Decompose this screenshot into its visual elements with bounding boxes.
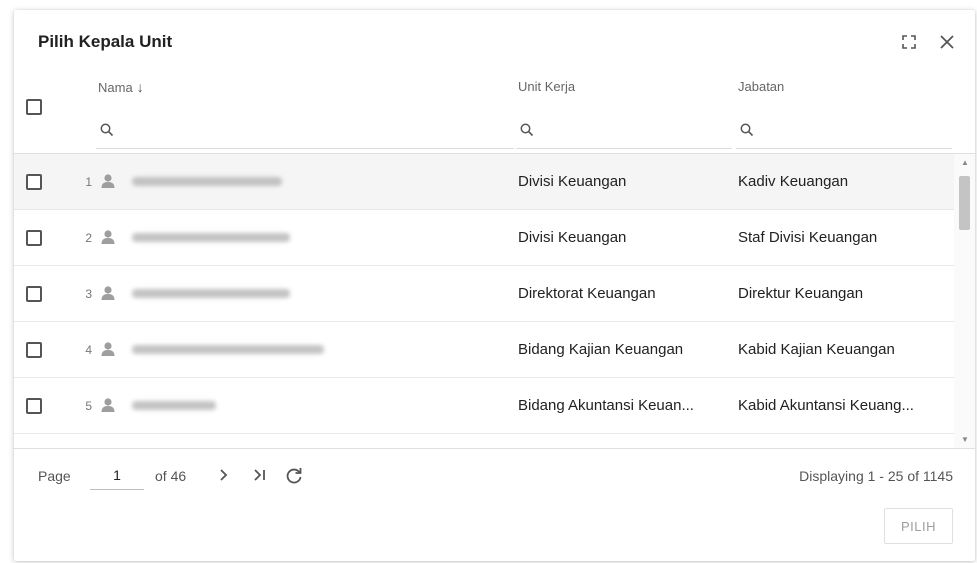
row-number: 3 (85, 287, 92, 301)
row-number: 1 (85, 175, 92, 189)
jabatan-cell: Staf Divisi Keuangan (738, 229, 878, 246)
unit-kerja-cell: Divisi Keuangan (518, 173, 627, 190)
jabatan-cell: Kabid Akuntansi Keuang... (738, 397, 914, 414)
user-avatar-icon (100, 341, 116, 362)
search-icon (100, 123, 114, 137)
scroll-up-icon[interactable]: ▲ (961, 158, 969, 167)
unit-kerja-cell: Bidang Akuntansi Keuan... (518, 397, 694, 414)
maximize-icon[interactable] (897, 30, 921, 54)
user-avatar-icon (100, 173, 116, 194)
row-number: 5 (85, 399, 92, 413)
page-label: Page (38, 468, 71, 484)
row-number: 2 (85, 231, 92, 245)
redacted-name (132, 401, 216, 410)
row-checkbox[interactable] (26, 286, 42, 302)
last-page-icon[interactable] (247, 463, 271, 487)
row-checkbox[interactable] (26, 342, 42, 358)
user-avatar-icon (100, 229, 116, 250)
row-number: 4 (85, 343, 92, 357)
jabatan-filter-input[interactable] (736, 113, 952, 149)
pilih-kepala-unit-dialog: Pilih Kepala Unit Nama ↓ Unit Kerja Jabat… (14, 10, 975, 561)
user-avatar-icon (100, 397, 116, 418)
arrow-down-icon: ↓ (136, 79, 144, 95)
search-icon (740, 123, 754, 137)
column-label-nama: Nama (98, 80, 133, 95)
total-pages-label: of 46 (155, 468, 187, 484)
redacted-name (132, 177, 282, 186)
jabatan-cell: Direktur Keuangan (738, 285, 864, 302)
close-icon[interactable] (935, 30, 959, 54)
redacted-name (132, 345, 324, 354)
select-all-checkbox[interactable] (26, 99, 42, 115)
pilih-button[interactable]: PILIH (884, 508, 953, 544)
unit-kerja-cell: Bidang Kajian Keuangan (518, 341, 684, 358)
row-checkbox[interactable] (26, 398, 42, 414)
user-avatar-icon (100, 285, 116, 306)
page-number-input[interactable] (90, 460, 144, 490)
unit-kerja-cell: Divisi Keuangan (518, 229, 627, 246)
displaying-count: Displaying 1 - 25 of 1145 (799, 468, 953, 484)
paging-divider (14, 448, 975, 449)
scroll-down-icon[interactable]: ▼ (961, 435, 969, 444)
search-icon (520, 123, 534, 137)
redacted-name (132, 233, 290, 242)
unit-kerja-filter-input[interactable] (516, 113, 732, 149)
unit-kerja-cell: Direktorat Keuangan (518, 285, 656, 302)
nama-filter-input[interactable] (96, 113, 514, 149)
table-row[interactable]: 1 Divisi Keuangan Kadiv Keuangan (14, 154, 954, 210)
vertical-scrollbar[interactable]: ▲ ▼ (954, 154, 975, 448)
refresh-icon[interactable] (282, 463, 306, 487)
row-checkbox[interactable] (26, 230, 42, 246)
table-row[interactable]: 2 Divisi Keuangan Staf Divisi Keuangan (14, 210, 954, 266)
jabatan-cell: Kabid Kajian Keuangan (738, 341, 895, 358)
scrollbar-thumb[interactable] (959, 176, 970, 230)
employee-list: 1 Divisi Keuangan Kadiv Keuangan 2 Divis… (14, 154, 954, 434)
jabatan-cell: Kadiv Keuangan (738, 173, 849, 190)
row-checkbox[interactable] (26, 174, 42, 190)
table-row[interactable]: 3 Direktorat Keuangan Direktur Keuangan (14, 266, 954, 322)
column-header-nama[interactable]: Nama ↓ (98, 79, 144, 95)
table-row[interactable]: 5 Bidang Akuntansi Keuan... Kabid Akunta… (14, 378, 954, 434)
column-header-unit-kerja[interactable]: Unit Kerja (518, 79, 575, 94)
dialog-title: Pilih Kepala Unit (38, 32, 173, 51)
next-page-icon[interactable] (211, 463, 235, 487)
table-row[interactable]: 4 Bidang Kajian Keuangan Kabid Kajian Ke… (14, 322, 954, 378)
column-header-jabatan[interactable]: Jabatan (738, 79, 784, 94)
redacted-name (132, 289, 290, 298)
